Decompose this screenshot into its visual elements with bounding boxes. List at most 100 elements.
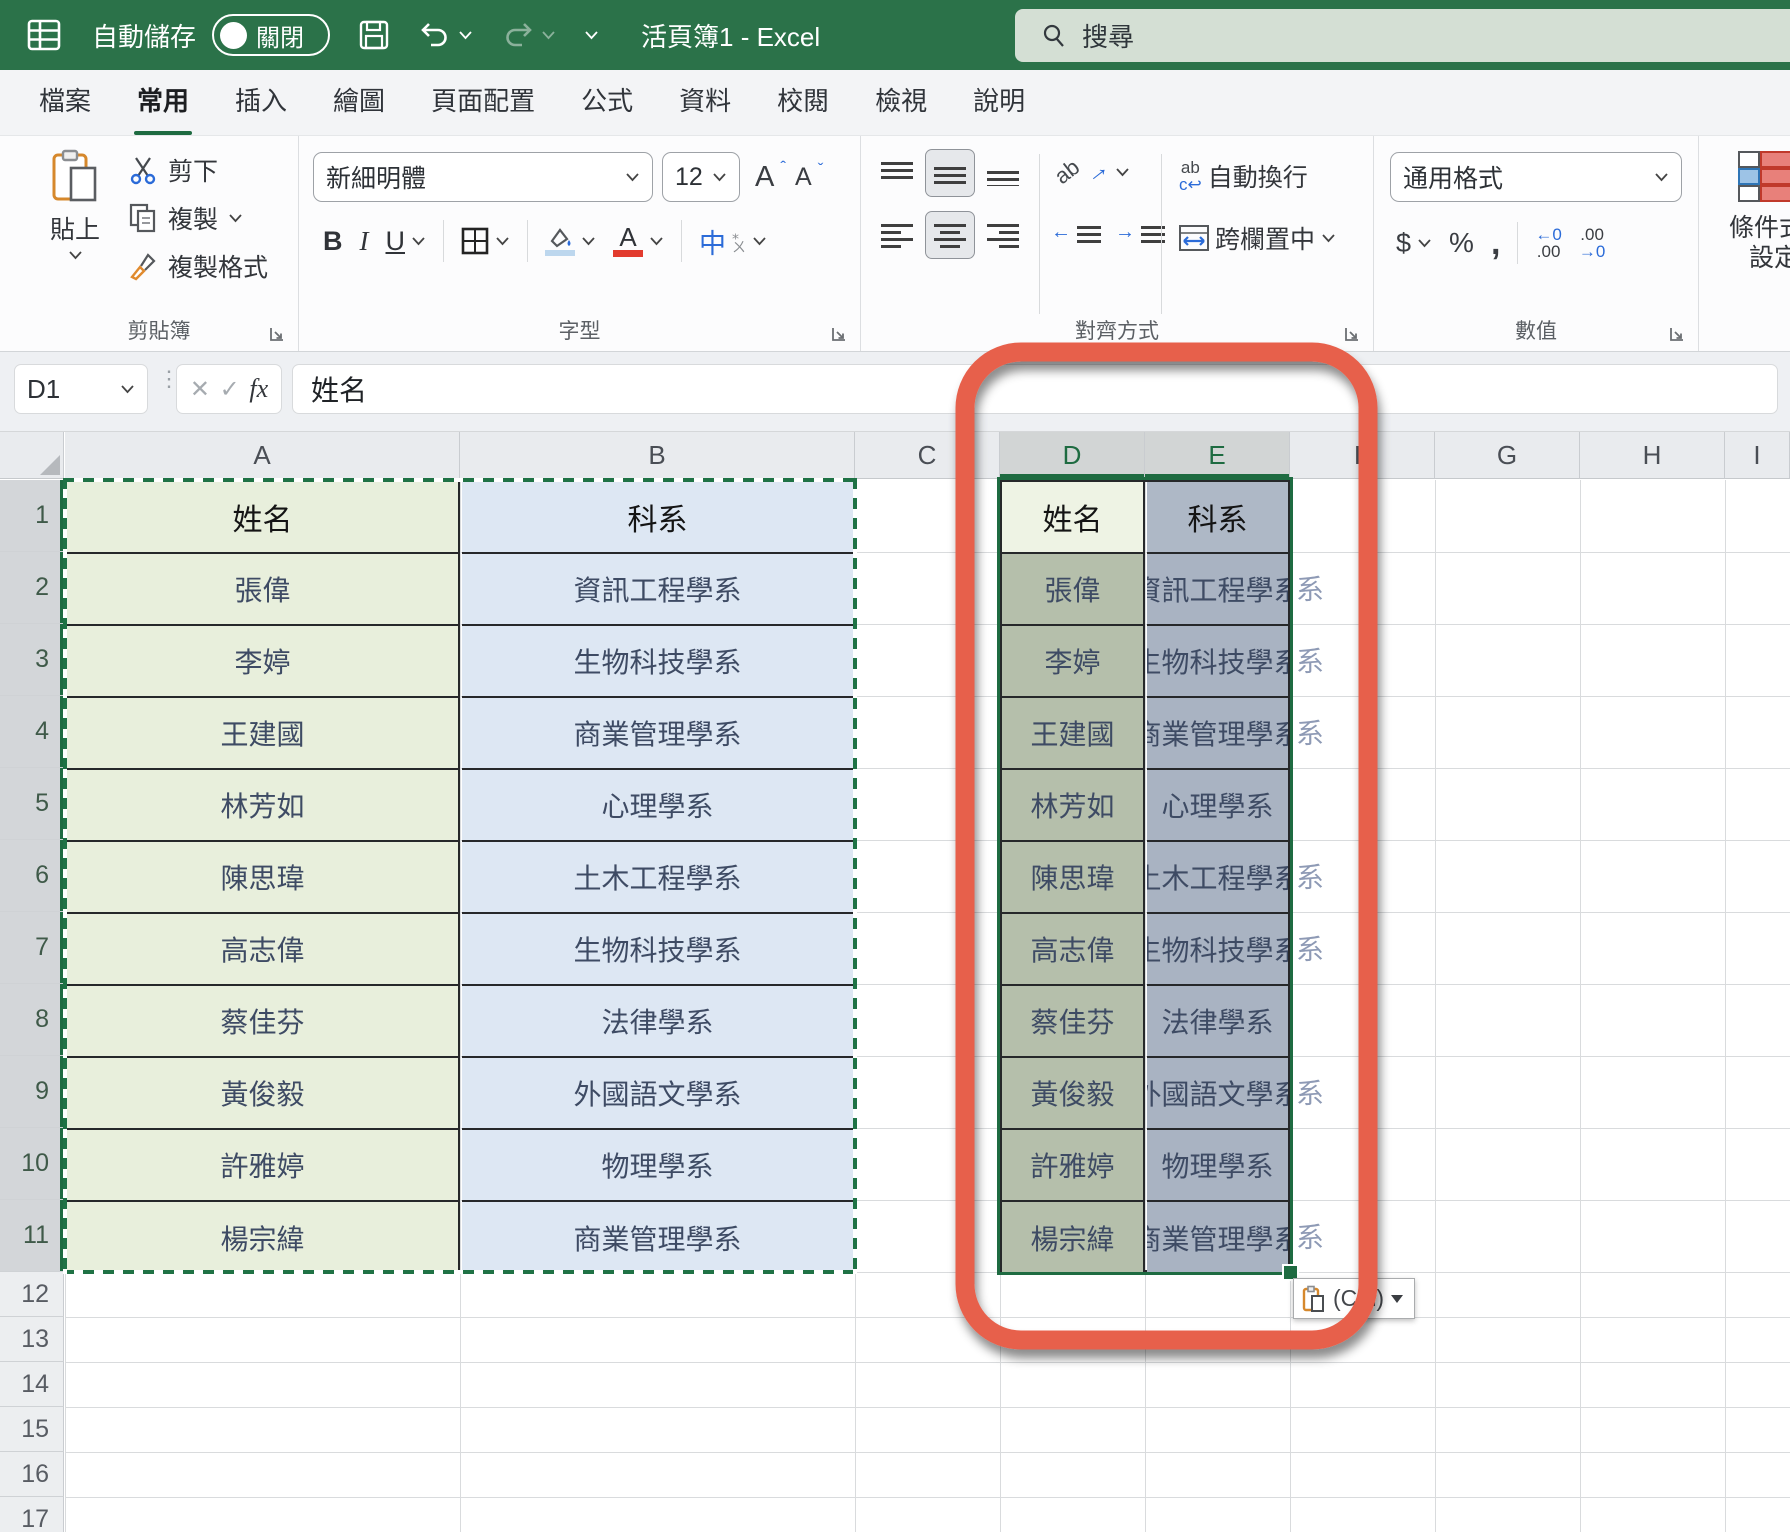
select-all-corner[interactable] [0, 432, 64, 479]
cell-A10[interactable]: 許雅婷 [67, 1130, 460, 1202]
search-box[interactable]: 搜尋 [1015, 9, 1790, 62]
alignment-dialog-launcher[interactable] [1343, 325, 1361, 343]
cell-A7[interactable]: 高志偉 [67, 914, 460, 986]
cell-D3[interactable]: 李婷 [1002, 626, 1145, 698]
tab-校閱[interactable]: 校閱 [754, 70, 852, 135]
tab-繪圖[interactable]: 繪圖 [310, 70, 408, 135]
paste-dropdown-icon[interactable] [68, 250, 83, 260]
orientation-button[interactable]: ab → [1055, 158, 1130, 186]
align-middle-button[interactable] [926, 150, 974, 196]
cut-button[interactable]: 剪下 [128, 152, 218, 188]
underline-dropdown-icon[interactable] [411, 236, 426, 246]
font-name-combobox[interactable]: 新細明體 [313, 152, 653, 202]
phonetic-dropdown-icon[interactable] [752, 236, 767, 246]
cell-A5[interactable]: 林芳如 [67, 770, 460, 842]
merge-center-dropdown-icon[interactable] [1321, 233, 1336, 243]
tab-說明[interactable]: 說明 [950, 70, 1048, 135]
cell-B2[interactable]: 資訊工程學系 [462, 554, 853, 626]
cell-B1[interactable]: 科系 [462, 482, 853, 554]
borders-button[interactable] [461, 227, 510, 255]
cell-D6[interactable]: 陳思瑋 [1002, 842, 1145, 914]
cell-A9[interactable]: 黃俊毅 [67, 1058, 460, 1130]
row-header-12[interactable]: 12 [0, 1272, 64, 1317]
cell-B3[interactable]: 生物科技學系 [462, 626, 853, 698]
cell-B8[interactable]: 法律學系 [462, 986, 853, 1058]
cell-B11[interactable]: 商業管理學系 [462, 1202, 853, 1274]
column-header-F[interactable]: F [1290, 432, 1435, 479]
row-header-2[interactable]: 2 [0, 552, 64, 624]
number-dialog-launcher[interactable] [1668, 325, 1686, 343]
cell-E9[interactable]: 外國語文學系 [1147, 1058, 1288, 1130]
cancel-button[interactable]: ✕ [190, 375, 210, 404]
wrap-text-button[interactable]: abc↩ 自動換行 [1179, 158, 1308, 194]
align-bottom-button[interactable] [979, 150, 1027, 196]
row-header-11[interactable]: 11 [0, 1200, 64, 1272]
orientation-dropdown-icon[interactable] [1115, 167, 1130, 177]
number-format-combobox[interactable]: 通用格式 [1390, 152, 1682, 202]
merge-center-button[interactable]: 跨欄置中 [1179, 220, 1336, 256]
clipboard-dialog-launcher[interactable] [268, 325, 286, 343]
underline-button[interactable]: U [386, 226, 427, 257]
cell-B9[interactable]: 外國語文學系 [462, 1058, 853, 1130]
cell-E5[interactable]: 心理學系 [1147, 770, 1288, 842]
cell-E2[interactable]: 資訊工程學系 [1147, 554, 1288, 626]
align-center-button[interactable] [926, 212, 974, 258]
redo-button[interactable] [501, 19, 556, 51]
cell-A1[interactable]: 姓名 [67, 482, 460, 554]
bold-button[interactable]: B [323, 226, 343, 257]
align-right-button[interactable] [979, 212, 1027, 258]
column-header-C[interactable]: C [855, 432, 1000, 479]
row-header-14[interactable]: 14 [0, 1362, 64, 1407]
row-header-4[interactable]: 4 [0, 696, 64, 768]
name-box[interactable]: D1 [14, 364, 148, 414]
cell-D5[interactable]: 林芳如 [1002, 770, 1145, 842]
row-header-13[interactable]: 13 [0, 1317, 64, 1362]
save-button[interactable] [358, 19, 390, 51]
cell-E1[interactable]: 科系 [1147, 482, 1288, 554]
row-header-9[interactable]: 9 [0, 1056, 64, 1128]
column-header-D[interactable]: D [1000, 432, 1145, 479]
column-header-B[interactable]: B [460, 432, 855, 479]
cell-D10[interactable]: 許雅婷 [1002, 1130, 1145, 1202]
cell-E7[interactable]: 生物科技學系 [1147, 914, 1288, 986]
row-header-7[interactable]: 7 [0, 912, 64, 984]
font-dialog-launcher[interactable] [830, 325, 848, 343]
tab-公式[interactable]: 公式 [558, 70, 656, 135]
row-header-5[interactable]: 5 [0, 768, 64, 840]
tab-資料[interactable]: 資料 [656, 70, 754, 135]
row-header-10[interactable]: 10 [0, 1128, 64, 1200]
font-color-dropdown-icon[interactable] [649, 236, 664, 246]
cell-E4[interactable]: 商業管理學系 [1147, 698, 1288, 770]
font-color-button[interactable]: A [613, 225, 664, 257]
paste-options-button[interactable]: (Ctrl) [1293, 1278, 1415, 1319]
fill-color-button[interactable] [545, 227, 596, 256]
format-painter-button[interactable]: 複製格式 [128, 248, 268, 284]
italic-button[interactable]: I [360, 226, 369, 257]
cell-A8[interactable]: 蔡佳芬 [67, 986, 460, 1058]
formula-input[interactable]: 姓名 [292, 364, 1778, 414]
conditional-formatting-button[interactable] [1737, 148, 1790, 209]
cell-D11[interactable]: 楊宗緯 [1002, 1202, 1145, 1274]
cell-E10[interactable]: 物理學系 [1147, 1130, 1288, 1202]
tab-插入[interactable]: 插入 [212, 70, 310, 135]
row-header-6[interactable]: 6 [0, 840, 64, 912]
row-header-17[interactable]: 17 [0, 1497, 64, 1532]
decrease-indent-button[interactable]: ← [1051, 220, 1101, 245]
increase-decimal-button[interactable]: ←0 .00 [1535, 226, 1561, 260]
phonetic-guide-button[interactable]: 中 ⁎ㄨ [699, 222, 767, 261]
cell-D7[interactable]: 高志偉 [1002, 914, 1145, 986]
quick-access-more-button[interactable] [584, 30, 599, 40]
cell-A2[interactable]: 張偉 [67, 554, 460, 626]
column-header-H[interactable]: H [1580, 432, 1725, 479]
accounting-dropdown-icon[interactable] [1417, 238, 1432, 248]
column-header-A[interactable]: A [65, 432, 460, 479]
redo-dropdown-icon[interactable] [541, 30, 556, 40]
cell-E8[interactable]: 法律學系 [1147, 986, 1288, 1058]
percent-style-button[interactable]: % [1449, 227, 1474, 259]
row-header-3[interactable]: 3 [0, 624, 64, 696]
shrink-font-button[interactable]: Aˇ [795, 163, 823, 192]
cell-B10[interactable]: 物理學系 [462, 1130, 853, 1202]
row-header-1[interactable]: 1 [0, 480, 64, 552]
column-header-E[interactable]: E [1145, 432, 1290, 479]
copy-dropdown-icon[interactable] [228, 213, 243, 223]
